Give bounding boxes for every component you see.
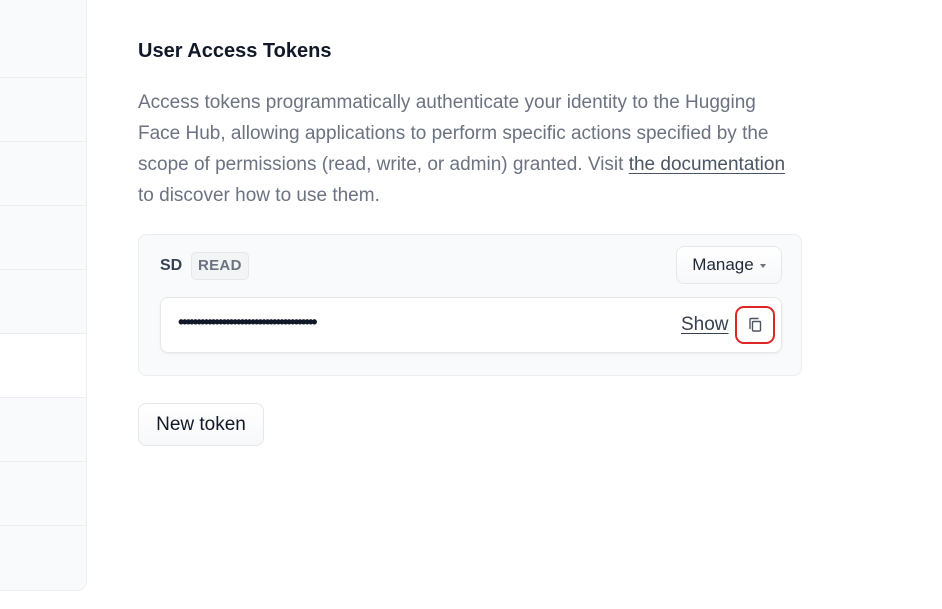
manage-button-label: Manage <box>692 255 754 274</box>
token-value-field[interactable]: •••••••••••••••••••••••••••••••••••••• S… <box>160 297 782 353</box>
settings-page: User Access Tokens Access tokens program… <box>0 0 942 609</box>
description-text-end: to discover how to use them. <box>138 185 380 206</box>
sidebar-divider <box>0 205 86 206</box>
token-card: SD READ Manage •••••••••••••••••••••••••… <box>138 234 802 376</box>
new-token-button-label: New token <box>156 413 246 435</box>
token-name: SD <box>160 257 183 274</box>
sidebar-divider <box>0 269 86 270</box>
sidebar-divider <box>0 397 86 398</box>
sidebar-divider <box>0 525 86 526</box>
manage-button[interactable]: Manage <box>676 246 782 284</box>
sidebar-divider <box>0 141 86 142</box>
copy-icon <box>749 317 762 332</box>
sidebar-divider <box>0 461 86 462</box>
sidebar-divider <box>0 333 86 334</box>
page-description: Access tokens programmatically authentic… <box>138 87 798 211</box>
token-masked-value: •••••••••••••••••••••••••••••••••••••• <box>178 312 318 332</box>
sidebar-divider <box>0 77 86 78</box>
settings-sidebar <box>0 0 87 591</box>
token-role-badge: READ <box>191 252 249 280</box>
page-title: User Access Tokens <box>138 40 332 62</box>
sidebar-item-active[interactable] <box>0 334 86 397</box>
copy-token-button[interactable] <box>735 306 775 344</box>
caret-down-icon <box>759 263 766 268</box>
documentation-link[interactable]: the documentation <box>629 154 785 175</box>
show-token-link[interactable]: Show <box>681 314 729 336</box>
new-token-button[interactable]: New token <box>138 403 264 446</box>
